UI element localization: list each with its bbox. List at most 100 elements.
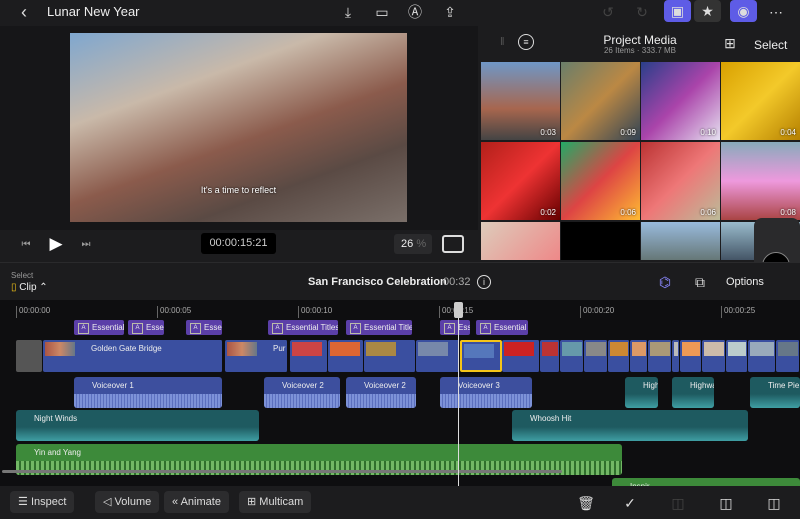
- video-clip[interactable]: [776, 340, 800, 372]
- title-clip[interactable]: Essential Titles: [128, 320, 164, 335]
- clip-label: Voiceover 2: [364, 381, 406, 390]
- timeline[interactable]: 00:00:0000:00:0500:00:1000:00:1500:00:20…: [0, 300, 800, 509]
- video-clip[interactable]: [680, 340, 702, 372]
- clip-view-icon[interactable]: ⧉: [690, 273, 710, 291]
- chevron-left-icon[interactable]: ‹: [14, 2, 34, 22]
- video-clip[interactable]: [748, 340, 776, 372]
- play-icon[interactable]: ▶: [46, 233, 66, 255]
- share-icon[interactable]: ⇪: [440, 2, 460, 22]
- select-button[interactable]: Select: [754, 38, 787, 52]
- ruler-tick: 00:00:20: [580, 306, 614, 318]
- zoom-field[interactable]: 26 %: [394, 234, 432, 254]
- skip-forward-icon[interactable]: ⏭: [76, 234, 96, 254]
- info-icon[interactable]: i: [477, 275, 491, 289]
- video-clip[interactable]: [726, 340, 748, 372]
- horizontal-scrollbar[interactable]: [2, 470, 562, 473]
- voiceover-clip[interactable]: Voiceover 2: [264, 377, 340, 408]
- media-thumbnail[interactable]: 0:02: [481, 142, 560, 220]
- camera-icon[interactable]: ▭: [372, 2, 392, 22]
- title-clip[interactable]: Essential Titles: [440, 320, 470, 335]
- playhead[interactable]: [454, 302, 463, 486]
- title-clip[interactable]: Essential Titles: [268, 320, 338, 335]
- checkmark-icon[interactable]: ✓: [620, 493, 640, 513]
- media-thumbnail[interactable]: 0:06: [561, 142, 640, 220]
- video-clip[interactable]: [540, 340, 560, 372]
- clip-icon: ▯: [11, 282, 17, 293]
- video-clip[interactable]: [502, 340, 540, 372]
- video-clip[interactable]: [702, 340, 726, 372]
- inspect-button[interactable]: ☰ Inspect: [10, 491, 75, 513]
- trash-icon[interactable]: 🗑: [576, 493, 596, 513]
- video-clip[interactable]: [630, 340, 648, 372]
- sound-effect-clip[interactable]: Time Pie: [750, 377, 800, 408]
- video-clip[interactable]: [648, 340, 672, 372]
- video-clip[interactable]: [416, 340, 460, 372]
- mode-value: Clip: [19, 282, 37, 293]
- photo-library-icon[interactable]: ▣: [664, 0, 691, 22]
- timeline-header: Select ▯ Clip ⌃ San Francisco Celebratio…: [0, 262, 800, 300]
- video-clip[interactable]: Pur: [225, 340, 288, 372]
- trim-end-icon[interactable]: ◫: [764, 493, 784, 513]
- video-clip[interactable]: [290, 340, 328, 372]
- voiceover-icon[interactable]: ◉: [730, 0, 757, 22]
- grid-icon[interactable]: ⊞: [722, 35, 738, 51]
- video-preview[interactable]: It's a time to reflect: [70, 33, 407, 222]
- animate-button[interactable]: « Animate: [164, 491, 229, 513]
- video-clip[interactable]: [608, 340, 630, 372]
- media-thumbnail[interactable]: [561, 222, 640, 260]
- voiceover-clip[interactable]: Voiceover 3: [440, 377, 532, 408]
- select-mode-dropdown[interactable]: ▯ Clip ⌃: [11, 282, 48, 293]
- trim-start-icon[interactable]: ◫: [716, 493, 736, 513]
- title-clip[interactable]: Essential Titles: [74, 320, 124, 335]
- video-clip[interactable]: [672, 340, 680, 372]
- sound-effect-clip[interactable]: Whoosh Hit: [512, 410, 748, 441]
- split-icon[interactable]: ◫: [668, 493, 688, 513]
- media-thumbnail[interactable]: 0:09: [561, 62, 640, 140]
- clip-label: Night Winds: [34, 414, 78, 423]
- media-thumbnail[interactable]: 0:03: [481, 62, 560, 140]
- clip-thumbnail: [778, 342, 798, 356]
- title-clip[interactable]: Essential Titles: [346, 320, 412, 335]
- media-thumbnail[interactable]: 0:10: [641, 62, 720, 140]
- pencil-icon[interactable]: Ⓐ: [405, 2, 425, 22]
- media-thumbnail[interactable]: [481, 222, 560, 260]
- clip-thumbnail: [562, 342, 582, 356]
- titles-icon[interactable]: ★: [694, 0, 721, 22]
- video-clip[interactable]: [560, 340, 584, 372]
- clip-label: Pur: [273, 344, 286, 353]
- waveform: [346, 394, 416, 408]
- multicam-button[interactable]: ⊞ Multicam: [239, 491, 312, 513]
- more-icon[interactable]: ⋯: [766, 2, 786, 22]
- media-thumbnail[interactable]: 0:04: [721, 62, 800, 140]
- title-clip[interactable]: Essential Titles: [476, 320, 528, 335]
- viewer-layout-icon[interactable]: [442, 235, 464, 253]
- video-clip[interactable]: Golden Gate Bridge: [43, 340, 223, 372]
- sound-effect-clip[interactable]: Highway: [672, 377, 714, 408]
- skip-back-icon[interactable]: ⏮: [16, 234, 36, 254]
- video-clip[interactable]: [328, 340, 364, 372]
- subtitle-text: It's a time to reflect: [200, 185, 277, 195]
- options-button[interactable]: Options: [726, 276, 764, 288]
- clip-thumbnail: [610, 342, 628, 356]
- clip-label: Golden Gate Bridge: [91, 344, 162, 353]
- import-icon[interactable]: ⤓: [338, 2, 358, 22]
- video-clip[interactable]: [364, 340, 416, 372]
- volume-button[interactable]: ◁ Volume: [95, 491, 160, 513]
- start-clip[interactable]: [16, 340, 42, 372]
- voiceover-clip[interactable]: Voiceover 2: [346, 377, 416, 408]
- zoom-unit: %: [416, 238, 427, 250]
- sound-effect-clip[interactable]: Night Winds: [16, 410, 259, 441]
- redo-icon[interactable]: ↻: [632, 2, 652, 22]
- sound-effect-clip[interactable]: High: [625, 377, 658, 408]
- media-title: Project Media: [603, 33, 677, 47]
- snapping-icon[interactable]: ⌬: [655, 273, 675, 291]
- media-thumbnail[interactable]: [641, 222, 720, 260]
- title-clip[interactable]: Essential Titles: [186, 320, 222, 335]
- selected-video-clip[interactable]: [460, 340, 502, 372]
- media-thumbnail[interactable]: 0:08: [721, 142, 800, 220]
- undo-icon[interactable]: ↺: [598, 2, 618, 22]
- video-clip[interactable]: [584, 340, 608, 372]
- media-thumbnail[interactable]: 0:06: [641, 142, 720, 220]
- voiceover-clip[interactable]: Voiceover 1: [74, 377, 222, 408]
- clip-label: Voiceover 2: [282, 381, 324, 390]
